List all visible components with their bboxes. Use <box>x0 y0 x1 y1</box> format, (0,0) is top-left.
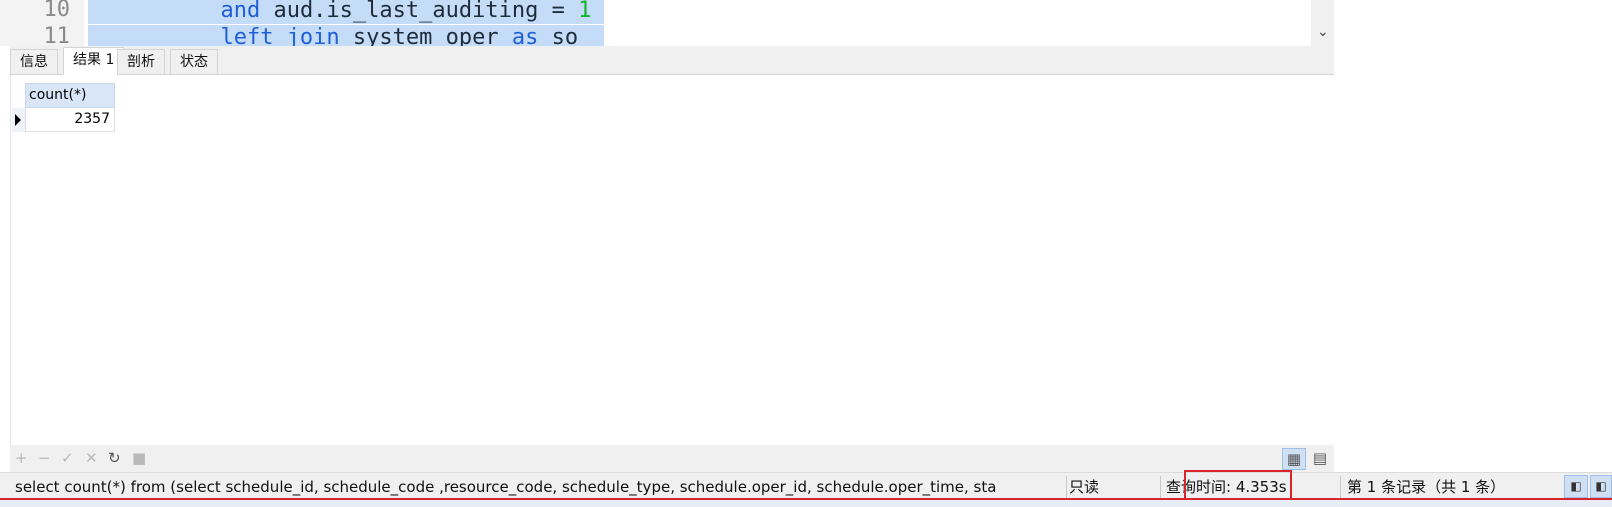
code-token: aud.is_last_auditing = <box>260 0 579 23</box>
tab-result-1[interactable]: 结果 1 <box>63 47 125 75</box>
column-header-count[interactable]: count(*) <box>25 83 115 108</box>
status-bar: select count(*) from (select schedule_id… <box>0 472 1612 500</box>
plus-icon[interactable]: + <box>15 449 28 467</box>
panel-toggle-icon[interactable]: ◧ <box>1590 475 1612 498</box>
result-tabs: 信息 结果 1 剖析 状态 <box>10 46 1334 75</box>
form-view-icon[interactable]: ▤ <box>1308 448 1332 470</box>
row-indicator[interactable] <box>12 108 25 132</box>
editor-vertical-scrollbar[interactable]: ⌄ <box>1311 0 1334 46</box>
right-empty-panel <box>1334 0 1612 472</box>
panel-toggle-icon[interactable]: ◧ <box>1564 475 1588 498</box>
check-icon[interactable]: ✓ <box>61 449 74 467</box>
code-token: 1 <box>578 0 592 23</box>
code-token: left join <box>220 25 340 46</box>
line-number: 10 <box>43 0 71 22</box>
tab-info[interactable]: 信息 <box>10 49 58 75</box>
status-sql-text: select count(*) from (select schedule_id… <box>15 478 997 496</box>
code-line-10[interactable]: and aud.is_last_auditing = 1 <box>88 0 604 24</box>
status-record-info: 第 1 条记录（共 1 条） <box>1347 478 1506 496</box>
tab-status[interactable]: 状态 <box>170 49 218 75</box>
grid-toolbar: + − ✓ ✕ ↻ ■ ▦ ▤ <box>10 445 1334 472</box>
tab-profile[interactable]: 剖析 <box>117 49 165 75</box>
code-token: so <box>538 25 579 46</box>
code-token: and <box>220 0 261 23</box>
bottom-strip <box>0 500 1612 507</box>
current-row-arrow-icon <box>15 114 21 126</box>
chevron-down-icon[interactable]: ⌄ <box>1317 24 1329 40</box>
result-grid[interactable]: count(*) 2357 <box>10 75 1334 445</box>
line-number-gutter: 10 11 <box>0 0 84 46</box>
status-separator <box>1340 476 1341 498</box>
table-cell[interactable]: 2357 <box>25 108 115 132</box>
sql-editor[interactable]: 10 11 and aud.is_last_auditing = 1 left … <box>0 0 1334 46</box>
code-token: as <box>511 25 539 46</box>
status-readonly: 只读 <box>1069 478 1100 496</box>
x-icon[interactable]: ✕ <box>85 449 98 467</box>
grid-view-icon[interactable]: ▦ <box>1282 448 1306 470</box>
minus-icon[interactable]: − <box>38 449 51 467</box>
code-line-11[interactable]: left join system_oper as so <box>88 25 604 46</box>
query-time-highlight <box>1184 470 1292 500</box>
stop-icon[interactable]: ■ <box>132 449 146 467</box>
line-number: 11 <box>43 24 71 46</box>
refresh-icon[interactable]: ↻ <box>108 449 121 467</box>
code-token: system_oper <box>339 25 512 46</box>
status-separator <box>1066 476 1067 498</box>
status-separator <box>1160 476 1161 498</box>
